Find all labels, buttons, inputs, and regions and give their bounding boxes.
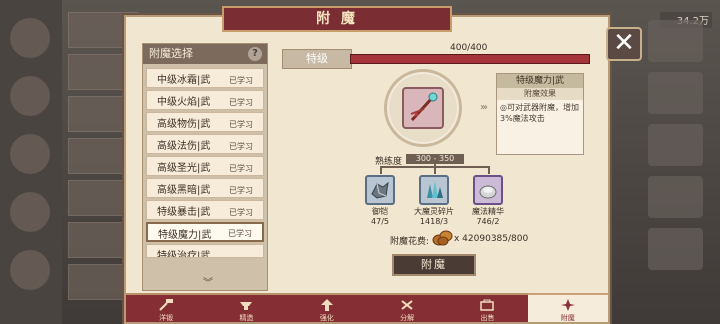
hammer-icon <box>159 299 174 311</box>
material-name: 御铠 <box>372 207 388 216</box>
material-count: 1418/3 <box>419 217 449 226</box>
list-item[interactable]: 高级圣光|武 已学习 <box>146 156 264 176</box>
list-item[interactable]: 中级火焰|武 已学习 <box>146 90 264 110</box>
bg-item <box>648 228 703 270</box>
bg-avatar-icon <box>10 76 50 116</box>
anvil-icon <box>240 302 253 310</box>
coin-stack-icon <box>432 228 454 250</box>
panel-title: 附 魔 <box>222 6 452 32</box>
tab-label: 精造 <box>239 314 254 322</box>
help-icon[interactable]: ? <box>248 47 262 61</box>
tab-label: 附魔 <box>560 314 575 322</box>
enchant-list-header: 附魔选择 ? <box>143 44 267 64</box>
bg-avatar-icon <box>10 192 50 232</box>
list-item-status: 已学习 <box>229 186 253 195</box>
list-item-name: 特级魔力|武 <box>158 230 212 241</box>
list-item-status: 已学习 <box>229 208 253 217</box>
cost-label: 附魔花费: <box>390 237 430 247</box>
list-item-name: 高级物伤|武 <box>157 119 211 130</box>
description-subtitle: 附魔效果 <box>497 88 583 100</box>
list-item-name: 高级黑暗|武 <box>157 185 211 196</box>
level-progress-fill <box>351 55 589 63</box>
armor-ore-icon <box>365 175 395 205</box>
scroll-down-icon[interactable]: ︾ <box>201 274 215 289</box>
proficiency-range: 300 - 350 <box>406 154 464 164</box>
enchant-button[interactable]: 附魔 <box>392 254 476 276</box>
material-name: 大魔灵碎片 <box>414 207 454 216</box>
background-right-strip <box>648 20 703 300</box>
tab-label: 出售 <box>480 314 495 322</box>
list-item-status: 已学习 <box>229 120 253 129</box>
tab-sell[interactable]: 出售 <box>447 295 527 322</box>
list-item-name: 特级治疗|武 <box>157 251 211 258</box>
branch-connector <box>434 164 436 174</box>
enchant-icon <box>560 299 575 311</box>
tab-dismantle[interactable]: 分解 <box>367 295 447 322</box>
list-item[interactable]: 特级治疗|武 <box>146 244 264 258</box>
material-slot[interactable]: 大魔灵碎片 1418/3 <box>406 175 462 226</box>
tab-refine[interactable]: 精造 <box>206 295 286 322</box>
list-item[interactable]: 高级物伤|武 已学习 <box>146 112 264 132</box>
staff-icon <box>402 87 444 129</box>
list-item-name: 中级火焰|武 <box>157 97 211 108</box>
bg-item <box>648 72 703 114</box>
upgrade-icon <box>320 299 333 311</box>
tab-forge[interactable]: 洋锻 <box>126 295 206 322</box>
close-button[interactable]: ✕ <box>606 27 642 61</box>
chevron-right-icon: ››› <box>480 102 488 113</box>
level-tag: 特级 <box>282 49 352 69</box>
tab-enchant[interactable]: 附魔 <box>527 293 608 322</box>
material-slot[interactable]: 御铠 47/5 <box>352 175 408 226</box>
list-item-status: 已学习 <box>229 142 253 151</box>
bottom-tab-bar: 洋锻 精造 强化 分解 出售 附魔 <box>126 293 608 322</box>
list-item[interactable]: 中级冰霜|武 已学习 <box>146 68 264 88</box>
enchant-list-title: 附魔选择 <box>149 47 193 60</box>
list-item-status: 已学习 <box>229 164 253 173</box>
bg-avatar-icon <box>10 18 50 58</box>
list-item[interactable]: 高级黑暗|武 已学习 <box>146 178 264 198</box>
bg-avatar-icon <box>10 250 50 290</box>
list-item-status: 已学习 <box>229 98 253 107</box>
tab-label: 强化 <box>319 314 334 322</box>
list-item-selected[interactable]: 特级魔力|武 已学习 <box>146 222 264 242</box>
description-title: 特级魔力|武 <box>497 74 583 88</box>
list-item-name: 特级暴击|武 <box>157 207 211 218</box>
material-count: 47/5 <box>371 217 389 226</box>
tab-label: 洋锻 <box>159 314 174 322</box>
level-progress-bar <box>350 54 590 64</box>
enchant-panel: 附 魔 附魔选择 ? 中级冰霜|武 已学习 中级火焰|武 已学习 高级物伤|武 … <box>124 6 610 324</box>
tab-label: 分解 <box>400 314 415 322</box>
bg-item <box>648 176 703 218</box>
list-item-name: 高级法伤|武 <box>157 141 211 152</box>
enchant-description-card: 特级魔力|武 附魔效果 ◎可对武器附魔，增加3%魔法攻击 <box>496 73 584 155</box>
bg-item <box>648 20 703 62</box>
cost-value: x 42090385/800 <box>454 234 529 244</box>
tab-upgrade[interactable]: 强化 <box>287 295 367 322</box>
sell-icon <box>480 299 495 311</box>
background-side-icons <box>0 0 62 324</box>
magic-essence-icon <box>473 175 503 205</box>
crystal-shard-icon <box>419 175 449 205</box>
material-slot[interactable]: 魔法精华 746/2 <box>460 175 516 226</box>
bg-avatar-icon <box>10 134 50 174</box>
list-item[interactable]: 特级暴击|武 已学习 <box>146 200 264 220</box>
list-item-status: 已学习 <box>229 76 253 85</box>
material-name: 魔法精华 <box>472 207 504 216</box>
list-item-status: 已学习 <box>228 229 252 238</box>
selected-item-slot[interactable] <box>384 69 462 147</box>
level-progress-text: 400/400 <box>450 43 488 53</box>
bg-item <box>648 124 703 166</box>
list-item-name: 中级冰霜|武 <box>157 75 211 86</box>
description-body: ◎可对武器附魔，增加3%魔法攻击 <box>500 103 579 123</box>
list-item-name: 高级圣光|武 <box>157 163 211 174</box>
material-count: 746/2 <box>476 217 500 226</box>
split-icon <box>401 300 413 310</box>
enchant-list[interactable]: 附魔选择 ? 中级冰霜|武 已学习 中级火焰|武 已学习 高级物伤|武 已学习 … <box>142 43 268 291</box>
list-item[interactable]: 高级法伤|武 已学习 <box>146 134 264 154</box>
